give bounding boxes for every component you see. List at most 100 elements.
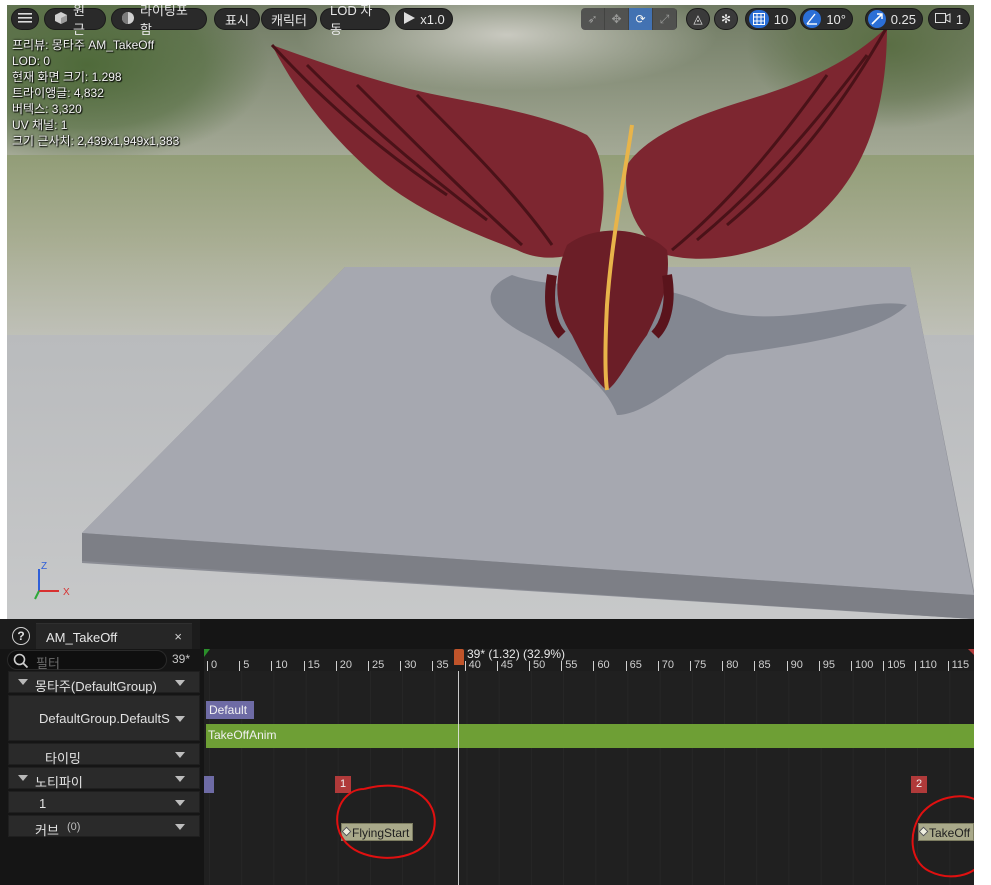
ruler-tick-label: 95 bbox=[822, 659, 836, 671]
ruler-tick-label: 70 bbox=[661, 659, 675, 671]
character-label: 캐릭터 bbox=[271, 12, 307, 28]
track-timing-label: 타이밍 bbox=[45, 751, 81, 766]
slot-default[interactable]: Default bbox=[206, 701, 254, 719]
tab-am-takeoff[interactable]: AM_TakeOff × bbox=[36, 623, 192, 649]
section-marker-1[interactable]: 1 bbox=[335, 776, 351, 793]
perspective-button[interactable]: 원근 bbox=[44, 5, 106, 37]
ruler-tick-label: 0 bbox=[211, 659, 218, 671]
surface-snap-button[interactable]: ✻ bbox=[714, 8, 738, 30]
translate-icon[interactable]: ✥ bbox=[605, 8, 629, 30]
track-lanes bbox=[204, 671, 974, 885]
track-timing[interactable]: 타이밍 bbox=[8, 743, 200, 766]
ruler-tick-label: 30 bbox=[404, 659, 417, 671]
close-icon[interactable]: × bbox=[174, 629, 182, 644]
show-button[interactable]: 표시 bbox=[214, 8, 260, 30]
stat-approx-size: 크기 근사치: 2,439x1,949x1,383 bbox=[12, 134, 180, 148]
chevron-down-icon[interactable] bbox=[175, 752, 185, 758]
help-button[interactable]: ? bbox=[12, 627, 30, 645]
notify-takeoff-label: TakeOff bbox=[929, 826, 971, 840]
start-marker bbox=[204, 649, 210, 657]
stat-screen-size: 현재 화면 크기: 1.298 bbox=[12, 70, 122, 84]
ruler-tick bbox=[625, 661, 627, 671]
rotation-snap-button[interactable]: 10° bbox=[800, 8, 853, 30]
lightbulb-icon bbox=[121, 11, 135, 28]
ruler-tick bbox=[883, 661, 885, 671]
ruler-tick-label: 85 bbox=[758, 659, 771, 671]
tab-label: AM_TakeOff bbox=[46, 630, 118, 645]
ruler-tick bbox=[818, 661, 820, 671]
ruler-tick-label: 10 bbox=[275, 659, 288, 671]
stat-triangles: 트라이앵글: 4,832 bbox=[12, 86, 104, 100]
axis-z-label: Z bbox=[41, 561, 47, 572]
anim-segment[interactable]: TakeOffAnim bbox=[206, 724, 974, 748]
globe-icon: ◬ bbox=[693, 12, 703, 26]
scale-snap-button[interactable]: 0.25 bbox=[865, 8, 923, 30]
ruler-tick-label: 75 bbox=[694, 659, 707, 671]
notify-flying-start[interactable]: FlyingStart bbox=[341, 823, 414, 841]
chevron-down-icon[interactable] bbox=[175, 776, 185, 782]
rotate-icon[interactable]: ⟳ bbox=[629, 8, 653, 30]
timeline[interactable]: 0 5 10 15 20 25 30 35 40 45 50 55 60 65 70 75 80 85 90 95 10… bbox=[204, 649, 974, 885]
collapse-arrow-icon[interactable] bbox=[18, 775, 28, 781]
preview-viewport[interactable]: 원근 라이팅포함 표시 캐릭터 LOD 자동 x1.0 ➶ ✥ ⟳ ⤢ ◬ ✻ … bbox=[7, 5, 974, 619]
dragon-right-wing bbox=[626, 27, 887, 259]
character-button[interactable]: 캐릭터 bbox=[261, 8, 317, 30]
filter-placeholder: 필터 bbox=[36, 656, 60, 671]
ruler-tick bbox=[754, 661, 756, 671]
local-world-button[interactable]: ◬ bbox=[686, 8, 710, 30]
grid-snap-button[interactable]: 10 bbox=[745, 8, 796, 30]
stat-preview: 프리뷰: 몽타주 AM_TakeOff bbox=[12, 38, 155, 52]
ruler-tick bbox=[915, 661, 917, 671]
ruler-tick bbox=[464, 661, 466, 671]
track-notifies[interactable]: 노티파이 bbox=[8, 767, 200, 790]
menu-button[interactable] bbox=[11, 8, 39, 30]
chevron-down-icon[interactable] bbox=[175, 716, 185, 722]
grid-icon bbox=[748, 10, 769, 28]
playhead-line bbox=[458, 671, 459, 885]
track-curves-label: 커브 bbox=[35, 823, 59, 838]
ruler-tick bbox=[529, 661, 530, 671]
chevron-down-icon[interactable] bbox=[175, 800, 185, 806]
filter-input[interactable]: 필터 bbox=[7, 650, 167, 671]
stat-lod: LOD: 0 bbox=[12, 54, 51, 68]
lighting-label: 라이팅포함 bbox=[140, 5, 188, 37]
track-montage-group[interactable]: 몽타주(DefaultGroup) bbox=[8, 671, 200, 694]
playhead-handle[interactable] bbox=[454, 649, 464, 665]
camera-speed-button[interactable]: 1 bbox=[928, 8, 970, 30]
select-icon[interactable]: ➶ bbox=[581, 8, 605, 30]
stat-uv-channels: UV 채널: 1 bbox=[12, 118, 68, 132]
track-notify-1[interactable]: 1 bbox=[8, 791, 200, 813]
perspective-label: 원근 bbox=[73, 5, 85, 37]
lod-button[interactable]: LOD 자동 bbox=[320, 5, 390, 37]
viewport-stats: 프리뷰: 몽타주 AM_TakeOff LOD: 0 현재 화면 크기: 1.2… bbox=[12, 37, 179, 149]
section-marker-2[interactable]: 2 bbox=[911, 776, 927, 793]
scale-icon[interactable]: ⤢ bbox=[653, 8, 677, 30]
ruler-tick bbox=[400, 661, 402, 671]
ruler-tick bbox=[722, 661, 724, 671]
ruler-tick bbox=[561, 661, 563, 671]
track-slot[interactable]: DefaultGroup.DefaultS bbox=[8, 695, 200, 741]
ruler-tick-label: 20 bbox=[339, 659, 353, 671]
dragon-left-wing bbox=[272, 45, 604, 258]
collapse-arrow-icon[interactable] bbox=[18, 679, 28, 685]
ruler-tick-label: 55 bbox=[565, 659, 578, 671]
ruler-tick bbox=[432, 661, 434, 671]
chevron-down-icon[interactable] bbox=[175, 824, 185, 830]
notify-takeoff[interactable]: TakeOff bbox=[918, 823, 974, 841]
ruler-tick-label: 15 bbox=[307, 659, 320, 671]
track-notify-1-label: 1 bbox=[39, 796, 47, 811]
play-speed-button[interactable]: x1.0 bbox=[395, 8, 453, 30]
track-curves[interactable]: 커브 (0) bbox=[8, 815, 200, 838]
chevron-down-icon[interactable] bbox=[175, 680, 185, 686]
cube-icon bbox=[54, 11, 68, 28]
ruler-tick-label: 35 bbox=[436, 659, 449, 671]
ruler-tick-label: 65 bbox=[629, 659, 642, 671]
track-slot-label: DefaultGroup.DefaultS bbox=[39, 711, 170, 726]
help-icon: ? bbox=[17, 629, 25, 643]
section-marker-0[interactable] bbox=[204, 776, 214, 793]
lighting-button[interactable]: 라이팅포함 bbox=[111, 5, 207, 37]
play-icon bbox=[403, 11, 416, 27]
diamond-icon bbox=[341, 826, 352, 837]
time-ruler[interactable]: 0 5 10 15 20 25 30 35 40 45 50 55 60 65 70 75 80 85 90 95 10… bbox=[204, 649, 974, 671]
scale-snap-icon bbox=[868, 10, 886, 28]
